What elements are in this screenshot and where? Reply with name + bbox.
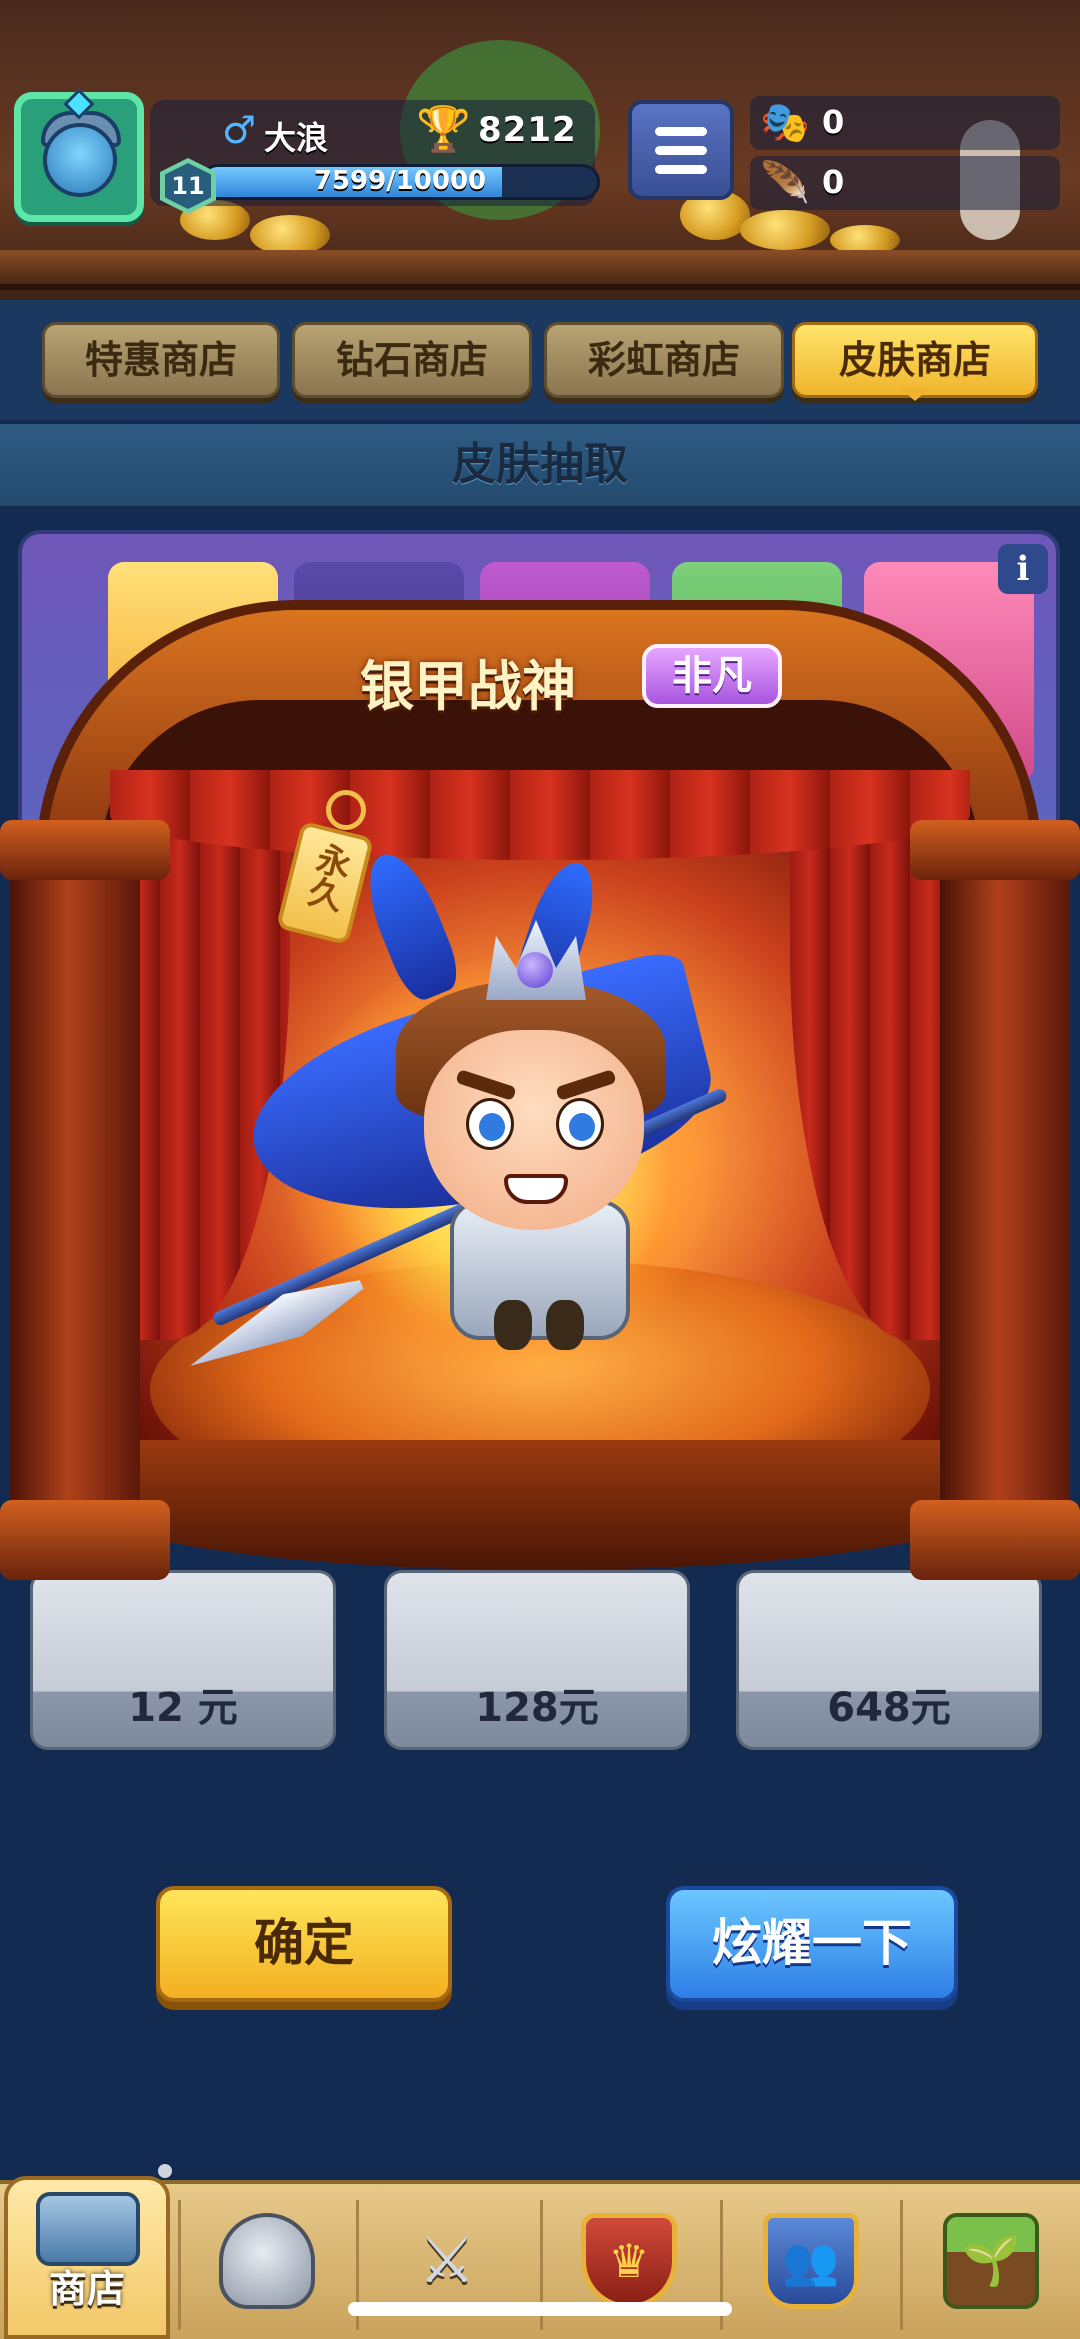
price-label: 128元 <box>475 1685 599 1731</box>
currency-masks-count: 0 <box>822 103 845 141</box>
tag-ring <box>326 790 366 830</box>
curtain-valance <box>110 770 970 860</box>
crown-gem <box>517 952 553 988</box>
team-banner-icon: 👥 <box>763 2213 859 2309</box>
price-card-648[interactable]: 648元 <box>736 1570 1042 1750</box>
nav-shop-label: 商店 <box>48 2267 125 2311</box>
price-card-12[interactable]: 12 元 <box>30 1570 336 1750</box>
player-name: 大浪 <box>264 119 329 157</box>
rarity-badge: 非凡 <box>642 644 782 708</box>
permanent-tag-label: 永久 <box>299 838 355 915</box>
right-pillar <box>940 820 1070 1560</box>
player-avatar[interactable] <box>14 88 144 222</box>
right-pillar-base <box>910 1500 1080 1580</box>
tab-rainbow-shop[interactable]: 彩虹商店 <box>544 322 784 398</box>
feather-icon: 🪶 <box>760 160 810 206</box>
section-title: 皮肤抽取 <box>0 424 1080 506</box>
shelf <box>0 250 1080 290</box>
home-indicator <box>348 2302 732 2316</box>
crown-shield-icon: ♛ <box>581 2213 677 2309</box>
price-label: 12 元 <box>128 1685 238 1731</box>
notification-dot <box>158 2164 172 2178</box>
hero-eye <box>556 1098 604 1150</box>
trophy-icon: 🏆 <box>416 104 471 155</box>
price-card-128[interactable]: 128元 <box>384 1570 690 1750</box>
game-screen: ♂ 大浪 🏆 8212 7599/10000 11 🎭 0 🪶 0 特惠商店 钻… <box>0 0 1080 2339</box>
mask-icon: 🎭 <box>760 100 810 146</box>
tab-diamond-shop[interactable]: 钻石商店 <box>292 322 532 398</box>
tab-special-shop[interactable]: 特惠商店 <box>42 322 280 398</box>
nav-team[interactable]: 👥 <box>726 2186 896 2336</box>
nav-garden[interactable]: 🌱 <box>906 2186 1076 2336</box>
sprout-icon: 🌱 <box>943 2213 1039 2309</box>
currency-feathers-count: 0 <box>822 163 845 201</box>
right-pillar-cap <box>910 820 1080 880</box>
skin-name: 银甲战神 <box>360 655 576 718</box>
crossed-swords-icon: ⚔ <box>418 2224 476 2298</box>
price-label: 648元 <box>827 1685 951 1731</box>
shop-icon <box>36 2192 140 2266</box>
left-pillar <box>10 820 140 1560</box>
hero-legs <box>484 1300 594 1350</box>
hero-eye <box>466 1098 514 1150</box>
nav-heroes[interactable] <box>182 2186 352 2336</box>
male-icon: ♂ <box>222 108 257 152</box>
confirm-button[interactable]: 确定 <box>156 1886 452 2002</box>
trophy-count: 8212 <box>478 110 577 150</box>
tab-skin-shop[interactable]: 皮肤商店 <box>792 322 1038 401</box>
left-pillar-cap <box>0 820 170 880</box>
level-number: 11 <box>165 163 211 209</box>
stage-floor-rim <box>90 1440 990 1570</box>
helmet-icon <box>219 2213 315 2309</box>
info-icon[interactable]: i <box>998 544 1048 594</box>
show-off-button[interactable]: 炫耀一下 <box>666 1886 958 2002</box>
left-pillar-base <box>0 1500 170 1580</box>
xp-text: 7599/10000 <box>313 166 487 196</box>
menu-button[interactable] <box>628 100 734 200</box>
